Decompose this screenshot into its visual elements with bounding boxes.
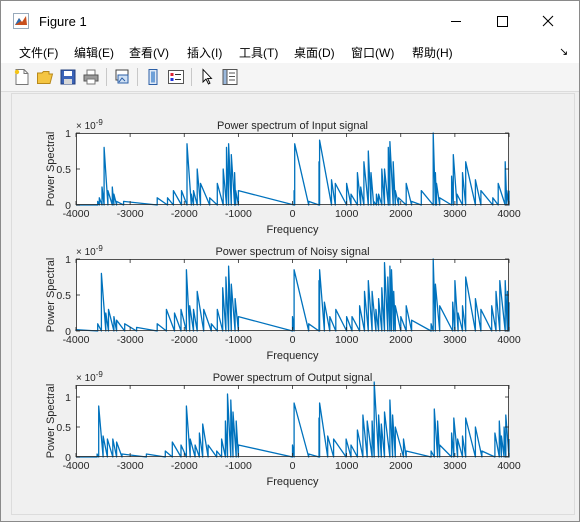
save-icon[interactable] <box>59 68 77 86</box>
plots-svg: -4000 -3000 -2000 -1000 0 1000 2000 3000 400000.… <box>45 118 521 488</box>
figure-canvas: -4000 -3000 -2000 -1000 0 1000 2000 3000 4000 0 0.… <box>11 93 575 515</box>
x-axis-label: Frequency <box>267 350 319 362</box>
y-tick-label: 0.5 <box>56 422 71 434</box>
y-axis-label: Power Spectral <box>45 258 57 333</box>
x-tick-label: 2000 <box>389 460 413 472</box>
open-file-icon[interactable] <box>36 68 54 86</box>
edit-plot-arrow-icon[interactable] <box>198 68 216 86</box>
x-tick-label: 3000 <box>443 334 467 346</box>
insert-legend-icon[interactable] <box>167 68 185 86</box>
x-tick-label: -2000 <box>171 460 198 472</box>
x-tick-label: -3000 <box>117 460 144 472</box>
menu-desktop[interactable]: 桌面(D) <box>294 44 335 61</box>
y-tick-label: 0 <box>65 200 71 212</box>
x-tick-label: 0 <box>290 208 296 220</box>
menu-bar: 文件(F) 编辑(E) 查看(V) 插入(I) 工具(T) 桌面(D) 窗口(W… <box>1 41 579 63</box>
window-title: Figure 1 <box>39 14 87 29</box>
maximize-icon <box>497 16 508 27</box>
menu-view[interactable]: 查看(V) <box>129 44 169 61</box>
x-tick-label: -3000 <box>117 208 144 220</box>
minimize-icon <box>451 21 461 22</box>
title-bar[interactable]: Figure 1 <box>1 1 579 41</box>
menu-help[interactable]: 帮助(H) <box>412 44 453 61</box>
link-plot-icon[interactable] <box>113 68 131 86</box>
new-figure-icon[interactable] <box>13 68 31 86</box>
property-inspector-icon[interactable] <box>221 68 239 86</box>
x-axis-label: Frequency <box>267 476 319 488</box>
x-tick-label: 1000 <box>335 208 359 220</box>
print-icon[interactable] <box>82 68 100 86</box>
x-tick-label: -1000 <box>225 334 252 346</box>
y-exponent-label: × 10-9 <box>76 370 103 384</box>
close-icon <box>542 15 554 27</box>
x-tick-label: -1000 <box>225 460 252 472</box>
x-tick-label: 3000 <box>443 460 467 472</box>
close-button[interactable] <box>525 1 571 41</box>
x-tick-label: 1000 <box>335 334 359 346</box>
axes-background[interactable] <box>76 133 509 205</box>
y-tick-label: 1 <box>65 128 71 140</box>
y-exponent-label: × 10-9 <box>76 244 103 258</box>
menu-file[interactable]: 文件(F) <box>19 44 58 61</box>
minimize-button[interactable] <box>433 1 479 41</box>
x-tick-label: 2000 <box>389 334 413 346</box>
y-tick-label: 1 <box>65 392 71 404</box>
x-tick-label: 2000 <box>389 208 413 220</box>
x-tick-label: 4000 <box>497 460 521 472</box>
toolbar-separator <box>106 68 107 86</box>
x-tick-label: 0 <box>290 334 296 346</box>
x-tick-label: 0 <box>290 460 296 472</box>
menu-window[interactable]: 窗口(W) <box>351 44 394 61</box>
menu-tools[interactable]: 工具(T) <box>239 44 278 61</box>
maximize-button[interactable] <box>479 1 525 41</box>
toolbar-separator <box>137 68 138 86</box>
plot-title: Power spectrum of Input signal <box>217 120 368 132</box>
menu-edit[interactable]: 编辑(E) <box>74 44 114 61</box>
y-axis-label: Power Spectral <box>45 384 57 459</box>
toolbar-separator <box>191 68 192 86</box>
toolbar <box>1 63 579 92</box>
figure-window: Figure 1 文件(F) 编辑(E) 查看(V) 插入(I) 工具(T) 桌… <box>0 0 580 522</box>
insert-colorbar-icon[interactable] <box>144 68 162 86</box>
plot-title: Power spectrum of Noisy signal <box>215 246 369 258</box>
y-tick-label: 0 <box>65 326 71 338</box>
y-exponent-label: × 10-9 <box>76 118 103 132</box>
matlab-logo-icon <box>13 13 29 29</box>
x-tick-label: 4000 <box>497 208 521 220</box>
plot-title: Power spectrum of Output signal <box>213 372 373 384</box>
x-tick-label: -2000 <box>171 208 198 220</box>
y-tick-label: 0.5 <box>56 290 71 302</box>
x-axis-label: Frequency <box>267 224 319 236</box>
y-tick-label: 1 <box>65 254 71 266</box>
x-tick-label: 3000 <box>443 208 467 220</box>
x-tick-label: -3000 <box>117 334 144 346</box>
x-tick-label: -1000 <box>225 208 252 220</box>
dock-arrow-icon[interactable]: ↘ <box>559 45 568 58</box>
x-tick-label: 4000 <box>497 334 521 346</box>
x-tick-label: -2000 <box>171 334 198 346</box>
x-tick-label: 1000 <box>335 460 359 472</box>
y-axis-label: Power Spectral <box>45 132 57 207</box>
y-tick-label: 0 <box>65 452 71 464</box>
menu-insert[interactable]: 插入(I) <box>187 44 222 61</box>
y-tick-label: 0.5 <box>56 164 71 176</box>
